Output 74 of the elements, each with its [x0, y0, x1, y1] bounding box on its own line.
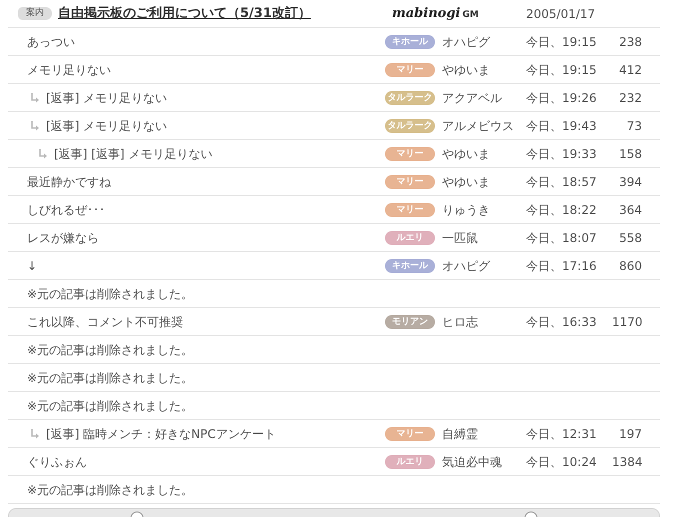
author-name: オハピグ	[442, 258, 492, 274]
view-count: 364	[618, 202, 643, 218]
post-title-link[interactable]: メモリ足りない	[27, 60, 111, 78]
server-tag: マリー	[385, 202, 435, 216]
view-count: 860	[618, 258, 643, 274]
author-name: りゅうき	[442, 202, 491, 218]
post-title-link[interactable]: これ以降、コメント不可推奨	[27, 312, 183, 330]
server-tag: マリー	[385, 146, 435, 160]
post-time: 今日、12:31	[525, 426, 598, 442]
server-tag: キホール	[385, 34, 435, 48]
post-title-link[interactable]: [返事] 臨時メンチ：好きなNPCアンケート	[46, 424, 276, 442]
post-time: 今日、19:15	[525, 34, 598, 50]
view-count: 394	[618, 174, 643, 190]
post-time: 今日、18:07	[525, 230, 598, 246]
post-time: 今日、19:33	[525, 146, 598, 162]
reply-arrow-icon	[30, 92, 40, 102]
server-tag: ルエリ	[385, 230, 435, 244]
post-title-link[interactable]: [返事] メモリ足りない	[46, 116, 168, 134]
notice-title-link[interactable]: 自由掲示板のご利用について（5/31改訂）	[58, 4, 311, 24]
post-time: 今日、18:22	[525, 202, 598, 218]
deleted-notice: ※元の記事は削除されました。	[27, 342, 194, 358]
view-count: 1170	[612, 314, 644, 330]
author-name: 自縛霊	[442, 426, 479, 442]
post-date: 2005/01/17	[525, 6, 596, 22]
post-title-link[interactable]: しびれるぜ･･･	[27, 200, 105, 218]
view-count: 238	[618, 34, 643, 50]
view-count: 1384	[612, 454, 644, 470]
notice-tag: 案内	[18, 6, 52, 20]
server-tag: キホール	[385, 258, 435, 272]
post-title-link[interactable]: あっつい	[27, 32, 75, 50]
deleted-notice: ※元の記事は削除されました。	[27, 370, 194, 386]
post-time: 今日、19:26	[525, 90, 598, 106]
post-title-link[interactable]: レスが嫌なら	[27, 228, 99, 246]
view-count: 73	[626, 118, 643, 134]
server-tag: タルラーク	[385, 118, 435, 132]
post-time: 今日、17:16	[525, 258, 598, 274]
author-name: やゆいま	[442, 62, 491, 78]
author-name: アクアベル	[442, 90, 503, 106]
post-title-link[interactable]: [返事] [返事] メモリ足りない	[54, 144, 212, 162]
server-tag: マリー	[385, 174, 435, 188]
logo-suffix: GM	[462, 8, 479, 22]
view-count: 412	[618, 62, 643, 78]
deleted-notice: ※元の記事は削除されました。	[27, 286, 194, 302]
post-title-link[interactable]: [返事] メモリ足りない	[46, 88, 168, 106]
view-count: 558	[618, 230, 643, 246]
author-name: オハピグ	[442, 34, 492, 50]
author-name: 気迫必中魂	[442, 454, 503, 470]
post-time: 今日、10:24	[525, 454, 598, 470]
server-tag: マリー	[385, 426, 435, 440]
reply-arrow-icon	[30, 428, 40, 438]
server-tag: マリー	[385, 62, 435, 76]
post-time: 今日、18:57	[525, 174, 598, 190]
server-tag: ルエリ	[385, 454, 435, 468]
view-count: 158	[618, 146, 643, 162]
post-time: 今日、19:15	[525, 62, 598, 78]
server-tag: モリアン	[385, 314, 435, 328]
post-title-link[interactable]: ↓	[27, 256, 38, 274]
deleted-notice: ※元の記事は削除されました。	[27, 398, 194, 414]
post-time: 今日、19:43	[525, 118, 598, 134]
reply-arrow-icon	[38, 148, 48, 158]
view-count: 197	[618, 426, 643, 442]
author-name: やゆいま	[442, 146, 491, 162]
server-tag: タルラーク	[385, 90, 435, 104]
post-time: 今日、16:33	[525, 314, 598, 330]
author-name: 一匹鼠	[442, 230, 479, 246]
author-name: ヒロ志	[442, 314, 479, 330]
deleted-notice: ※元の記事は削除されました。	[27, 482, 194, 498]
author-name: やゆいま	[442, 174, 491, 190]
post-title-link[interactable]: 最近静かですね	[27, 172, 111, 190]
author-name: アルメビウス	[442, 118, 515, 134]
post-title-link[interactable]: ぐりふぉん	[27, 452, 87, 470]
reply-arrow-icon	[30, 120, 40, 130]
view-count: 232	[618, 90, 643, 106]
logo-wordmark: mabinogi	[392, 4, 460, 23]
